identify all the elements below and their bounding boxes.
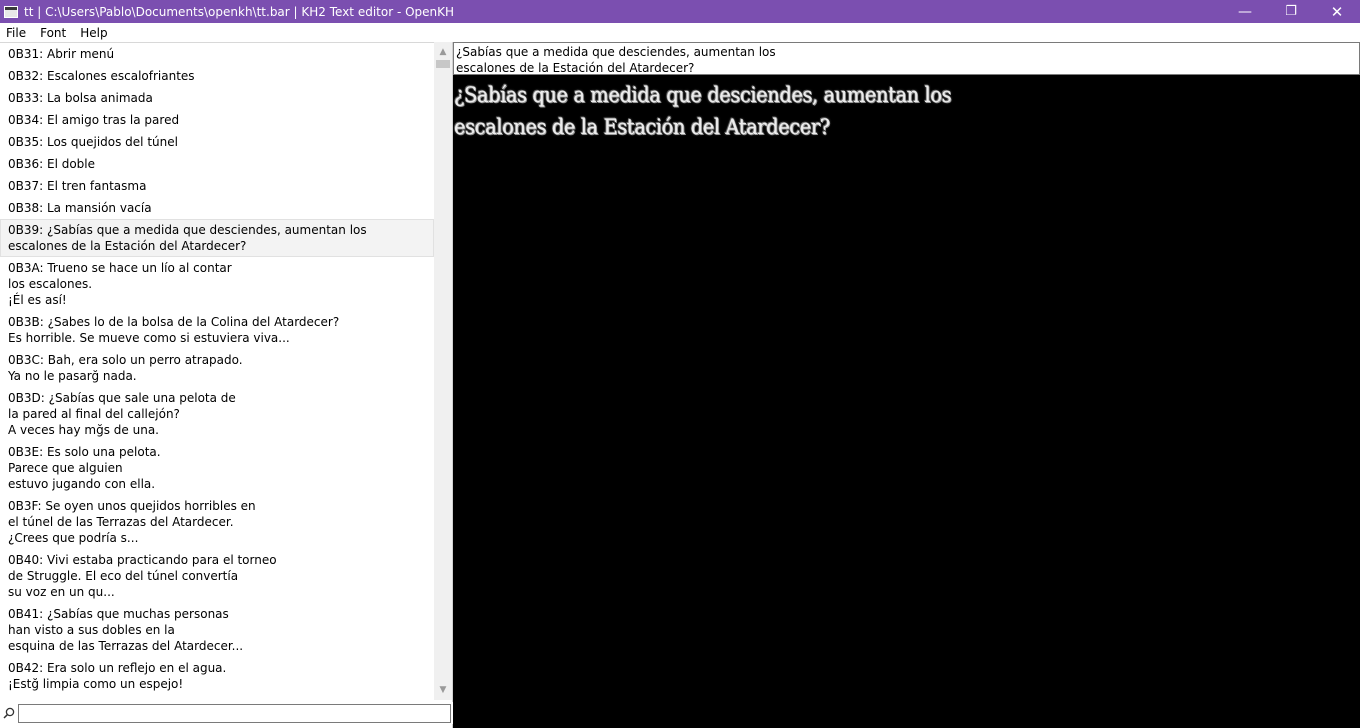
- list-item[interactable]: 0B33: La bolsa animada: [0, 87, 434, 109]
- search-row: [0, 702, 453, 724]
- list-item[interactable]: 0B39: ¿Sabías que a medida que desciende…: [0, 219, 434, 257]
- list-item[interactable]: 0B3E: Es solo una pelota. Parece que alg…: [0, 441, 434, 495]
- list-item[interactable]: 0B35: Los quejidos del túnel: [0, 131, 434, 153]
- message-list-scrollbar[interactable]: ▲ ▼: [434, 42, 452, 700]
- message-list[interactable]: 0B31: Abrir menú 0B32: Escalones escalofr…: [0, 42, 434, 700]
- preview-text: ¿Sabías que a medida que desciendes, aum…: [454, 83, 952, 139]
- list-item[interactable]: 0B31: Abrir menú: [0, 43, 434, 65]
- search-icon: [0, 702, 18, 724]
- list-item[interactable]: 0B34: El amigo tras la pared: [0, 109, 434, 131]
- list-item[interactable]: 0B40: Vivi estaba practicando para el to…: [0, 549, 434, 603]
- list-item[interactable]: 0B37: El tren fantasma: [0, 175, 434, 197]
- maximize-button[interactable]: ❐: [1268, 0, 1314, 23]
- search-input[interactable]: [18, 703, 451, 723]
- title-bar[interactable]: tt | C:\Users\Pablo\Documents\openkh\tt.…: [0, 0, 1360, 23]
- minimize-button[interactable]: —: [1222, 0, 1268, 23]
- message-list-panel: 0B31: Abrir menú 0B32: Escalones escalofr…: [0, 42, 453, 728]
- scroll-down-arrow-icon[interactable]: ▼: [434, 682, 452, 698]
- scroll-up-arrow-icon[interactable]: ▲: [434, 44, 452, 60]
- window-controls: — ❐ ✕: [1222, 0, 1360, 23]
- list-item[interactable]: 0B36: El doble: [0, 153, 434, 175]
- text-preview: ¿Sabías que a medida que desciendes, aum…: [453, 75, 1360, 728]
- list-item[interactable]: 0B3B: ¿Sabes lo de la bolsa de la Colina…: [0, 311, 434, 349]
- list-item[interactable]: 0B42: Era solo un reflejo en el agua. ¡E…: [0, 657, 434, 695]
- list-item[interactable]: 0B3A: Trueno se hace un lío al contar lo…: [0, 257, 434, 311]
- menu-font[interactable]: Font: [33, 26, 73, 40]
- window-title: tt | C:\Users\Pablo\Documents\openkh\tt.…: [24, 4, 455, 19]
- list-item[interactable]: 0B38: La mansión vacía: [0, 197, 434, 219]
- app-icon: [4, 5, 18, 18]
- scrollbar-thumb[interactable]: [436, 60, 450, 68]
- list-item[interactable]: 0B41: ¿Sabías que muchas personas han vi…: [0, 603, 434, 657]
- list-item[interactable]: 0B32: Escalones escalofriantes: [0, 65, 434, 87]
- menu-file[interactable]: File: [0, 26, 33, 40]
- list-item[interactable]: 0B43: ¿Has oído lo del tren fantasma inv…: [0, 695, 434, 700]
- list-item[interactable]: 0B3C: Bah, era solo un perro atrapado. Y…: [0, 349, 434, 387]
- list-item[interactable]: 0B3F: Se oyen unos quejidos horribles en…: [0, 495, 434, 549]
- list-item[interactable]: 0B3D: ¿Sabías que sale una pelota de la …: [0, 387, 434, 441]
- menu-bar: File Font Help: [0, 23, 1360, 42]
- text-editor[interactable]: ¿Sabías que a medida que desciendes, aum…: [453, 42, 1360, 75]
- close-button[interactable]: ✕: [1314, 0, 1360, 23]
- menu-help[interactable]: Help: [73, 26, 114, 40]
